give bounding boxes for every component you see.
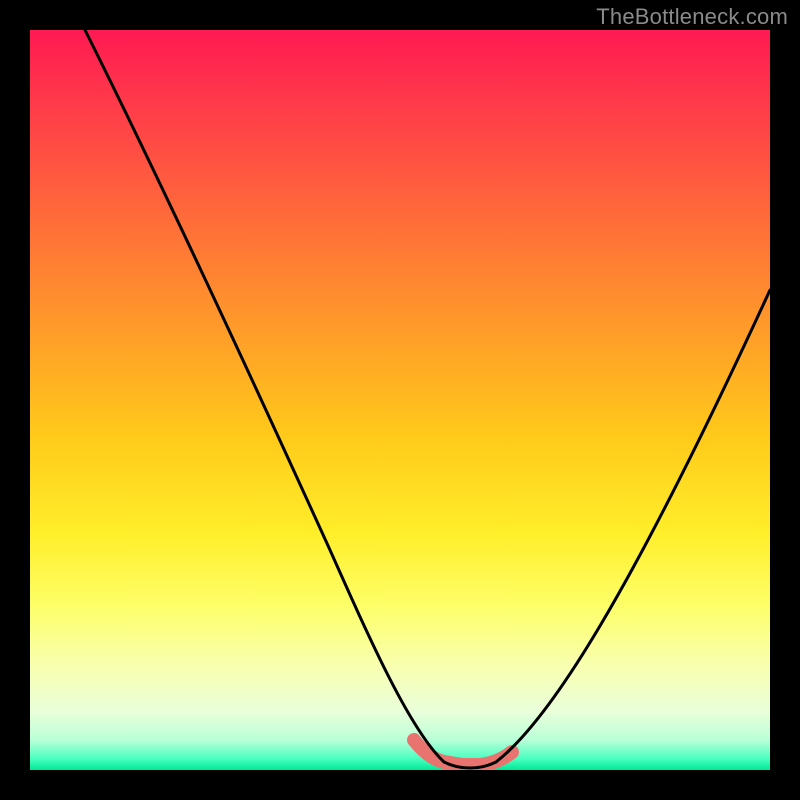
chart-container: TheBottleneck.com: [0, 0, 800, 800]
plot-area: [30, 30, 770, 770]
bottleneck-curve: [30, 30, 770, 770]
watermark-text: TheBottleneck.com: [596, 4, 788, 30]
curve-line: [85, 30, 770, 768]
